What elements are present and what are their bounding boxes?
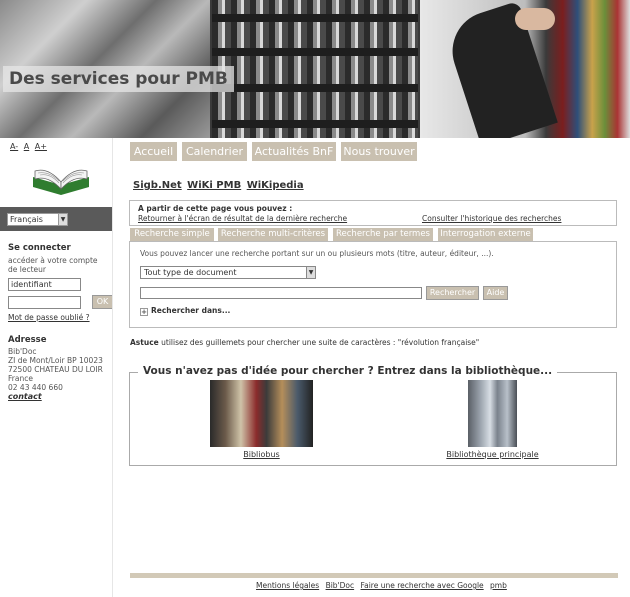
- header-banner: Des services pour PMB: [0, 0, 630, 138]
- left-sidebar: A- A A+ Français ▼ Se connecter accéder …: [0, 138, 113, 597]
- login-ok-button[interactable]: OK: [92, 295, 113, 309]
- connect-title: Se connecter: [8, 243, 71, 253]
- font-size-increase[interactable]: A+: [35, 142, 47, 151]
- footer-link-bibdoc[interactable]: Bib'Doc: [326, 581, 355, 590]
- address-block: Bib'Doc ZI de Mont/Loir BP 10023 72500 C…: [8, 347, 103, 392]
- search-in-label: Rechercher dans...: [151, 306, 231, 315]
- nav-nous-trouver[interactable]: Nous trouver: [341, 142, 417, 161]
- link-sigb-net[interactable]: Sigb.Net: [133, 180, 182, 191]
- search-panel: Vous pouvez lancer une recherche portant…: [129, 241, 617, 328]
- tab-recherche-multi-criteres[interactable]: Recherche multi-critères: [218, 228, 328, 241]
- link-wikipedia[interactable]: WiKipedia: [247, 180, 304, 191]
- footer-link-google[interactable]: Faire une recherche avec Google: [361, 581, 484, 590]
- language-select[interactable]: Français ▼: [7, 213, 68, 226]
- footer-link-pmb[interactable]: pmb: [490, 581, 507, 590]
- nav-accueil[interactable]: Accueil: [130, 142, 177, 161]
- document-type-selected: Tout type de document: [144, 268, 237, 277]
- font-size-normal[interactable]: A: [24, 142, 29, 151]
- search-button[interactable]: Rechercher: [426, 286, 479, 300]
- login-input[interactable]: identifiant: [8, 278, 81, 291]
- tab-recherche-simple[interactable]: Recherche simple: [130, 228, 214, 241]
- external-links: Sigb.Net WiKi PMB WiKipedia: [133, 180, 306, 191]
- search-history-link[interactable]: Consulter l'historique des recherches: [422, 214, 561, 223]
- footer-bar: [130, 573, 618, 578]
- navigation-info-box: A partir de cette page vous pouvez : Ret…: [129, 200, 617, 226]
- connect-description: accéder à votre compte de lecteur: [8, 256, 98, 274]
- search-tip: Astuce utilisez des guillemets pour cher…: [130, 338, 479, 347]
- tip-text: utilisez des guillemets pour chercher un…: [158, 338, 480, 347]
- bibliobus-image[interactable]: [210, 380, 313, 447]
- link-wiki-pmb[interactable]: WiKi PMB: [187, 180, 241, 191]
- chevron-down-icon: ▼: [306, 267, 315, 278]
- library-entry-box: Vous n'avez pas d'idée pour chercher ? E…: [129, 365, 617, 466]
- tab-interrogation-externe[interactable]: Interrogation externe: [438, 228, 533, 241]
- library-box-title: Vous n'avez pas d'idée pour chercher ? E…: [138, 365, 558, 377]
- address-line: 02 43 440 660: [8, 383, 63, 392]
- language-bar: Français ▼: [0, 207, 112, 231]
- font-size-controls: A- A A+: [10, 142, 50, 151]
- font-size-decrease[interactable]: A-: [10, 142, 18, 151]
- contact-link[interactable]: contact: [8, 392, 42, 401]
- address-line: Bib'Doc: [8, 347, 37, 356]
- address-line: ZI de Mont/Loir BP 10023: [8, 356, 103, 365]
- forgot-password-link[interactable]: Mot de passe oublié ?: [8, 313, 90, 322]
- back-to-results-link[interactable]: Retourner à l'écran de résultat de la de…: [138, 214, 347, 223]
- chevron-down-icon: ▼: [58, 214, 67, 225]
- bibliobus-link[interactable]: Bibliobus: [210, 450, 313, 459]
- open-book-icon: [33, 169, 89, 195]
- tip-label: Astuce: [130, 338, 159, 347]
- banner-title: Des services pour PMB: [3, 66, 234, 92]
- help-button[interactable]: Aide: [483, 286, 508, 300]
- document-type-select[interactable]: Tout type de document ▼: [140, 266, 316, 279]
- tab-recherche-par-termes[interactable]: Recherche par termes: [333, 228, 433, 241]
- banner-photo-shelves: [212, 0, 418, 138]
- footer-link-mentions[interactable]: Mentions légales: [256, 581, 319, 590]
- column-divider: [112, 138, 113, 597]
- address-line: France: [8, 374, 33, 383]
- address-title: Adresse: [8, 335, 47, 345]
- nav-calendrier[interactable]: Calendrier: [182, 142, 247, 161]
- main-library-image[interactable]: [468, 380, 517, 447]
- nav-actualites-bnf[interactable]: Actualités BnF: [252, 142, 336, 161]
- plus-icon: +: [140, 308, 148, 316]
- main-library-link[interactable]: Bibliothèque principale: [420, 450, 565, 459]
- footer-links: Mentions légales Bib'Doc Faire une reche…: [256, 581, 511, 590]
- info-title: A partir de cette page vous pouvez :: [138, 204, 293, 213]
- search-in-toggle[interactable]: + Rechercher dans...: [140, 306, 230, 316]
- password-input[interactable]: [8, 296, 81, 309]
- search-input[interactable]: [140, 287, 422, 299]
- search-help-text: Vous pouvez lancer une recherche portant…: [140, 249, 494, 258]
- language-selected: Français: [10, 215, 43, 224]
- address-line: 72500 CHATEAU DU LOIR: [8, 365, 103, 374]
- banner-photo-hand-books: [420, 0, 630, 138]
